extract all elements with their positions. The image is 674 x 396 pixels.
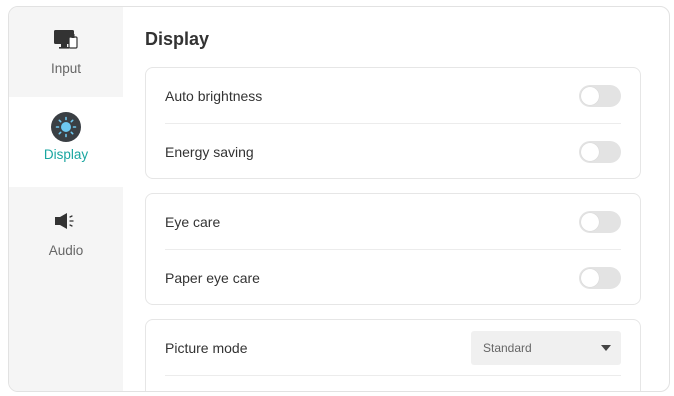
chevron-down-icon: [601, 344, 611, 351]
main-panel: Display Auto brightness Energy saving Ey…: [123, 7, 669, 391]
auto-brightness-toggle[interactable]: [579, 84, 621, 107]
settings-window: Input Display Audio Display Auto brightn…: [8, 6, 670, 392]
sidebar: Input Display Audio: [9, 7, 123, 391]
eye-care-toggle[interactable]: [579, 210, 621, 233]
brightness-icon: [50, 111, 82, 143]
setting-row-auto-brightness: Auto brightness: [165, 68, 621, 124]
monitor-input-icon: [53, 23, 79, 55]
select-value: Standard: [483, 340, 532, 355]
setting-row-eye-care: Eye care: [165, 194, 621, 250]
toggle-knob: [581, 212, 599, 231]
speaker-icon: [53, 205, 79, 237]
sidebar-item-audio[interactable]: Audio: [9, 187, 123, 277]
settings-group: Eye care Paper eye care: [145, 193, 641, 305]
setting-label: Paper eye care: [165, 269, 260, 286]
sidebar-item-label: Display: [43, 147, 89, 162]
settings-group: Auto brightness Energy saving: [145, 67, 641, 179]
toggle-knob: [581, 268, 599, 287]
sidebar-item-input[interactable]: Input: [9, 7, 123, 97]
paper-eye-care-toggle[interactable]: [579, 266, 621, 289]
sidebar-item-label: Input: [50, 61, 82, 76]
page-title: Display: [145, 29, 210, 49]
setting-label: Auto brightness: [165, 87, 263, 104]
setting-row-paper-eye-care: Paper eye care: [165, 250, 621, 305]
sidebar-item-label: Audio: [48, 243, 84, 258]
picture-mode-select[interactable]: Standard: [471, 330, 621, 365]
divider: [165, 375, 621, 376]
sidebar-item-display[interactable]: Display: [9, 97, 123, 187]
setting-label: Eye care: [165, 213, 221, 230]
setting-label: Picture mode: [165, 339, 248, 356]
settings-group: Picture mode Standard: [145, 319, 641, 391]
setting-row-picture-mode: Picture mode Standard: [165, 320, 621, 376]
energy-saving-toggle[interactable]: [579, 140, 621, 163]
setting-row-energy-saving: Energy saving: [165, 124, 621, 179]
toggle-knob: [581, 142, 599, 161]
toggle-knob: [581, 86, 599, 105]
setting-label: Energy saving: [165, 143, 254, 160]
